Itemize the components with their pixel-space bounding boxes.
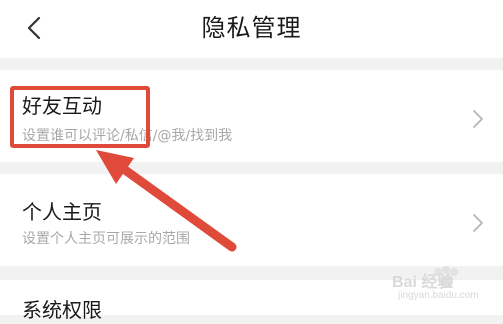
settings-item-title: 个人主页 [22, 200, 102, 224]
settings-item-title: 系统权限 [22, 298, 102, 322]
page-title: 隐私管理 [201, 14, 302, 42]
section-divider [0, 162, 503, 174]
settings-item-personal-homepage[interactable]: 个人主页 设置个人主页可展示的范围 [0, 174, 503, 266]
settings-item-subtitle: 设置个人主页可展示的范围 [22, 231, 190, 247]
top-navigation-bar: 隐私管理 [0, 0, 503, 58]
chevron-right-icon [473, 110, 483, 128]
settings-item-friend-interaction[interactable]: 好友互动 设置谁可以评论/私信/@我/找到我 [0, 70, 503, 162]
settings-item-title: 好友互动 [22, 94, 102, 118]
chevron-right-icon [473, 214, 483, 232]
watermark-url: jingyan.baidu.com [398, 290, 479, 301]
watermark-text: Bai 经验 [392, 274, 454, 291]
settings-item-subtitle: 设置谁可以评论/私信/@我/找到我 [22, 128, 233, 144]
section-divider [0, 58, 503, 70]
